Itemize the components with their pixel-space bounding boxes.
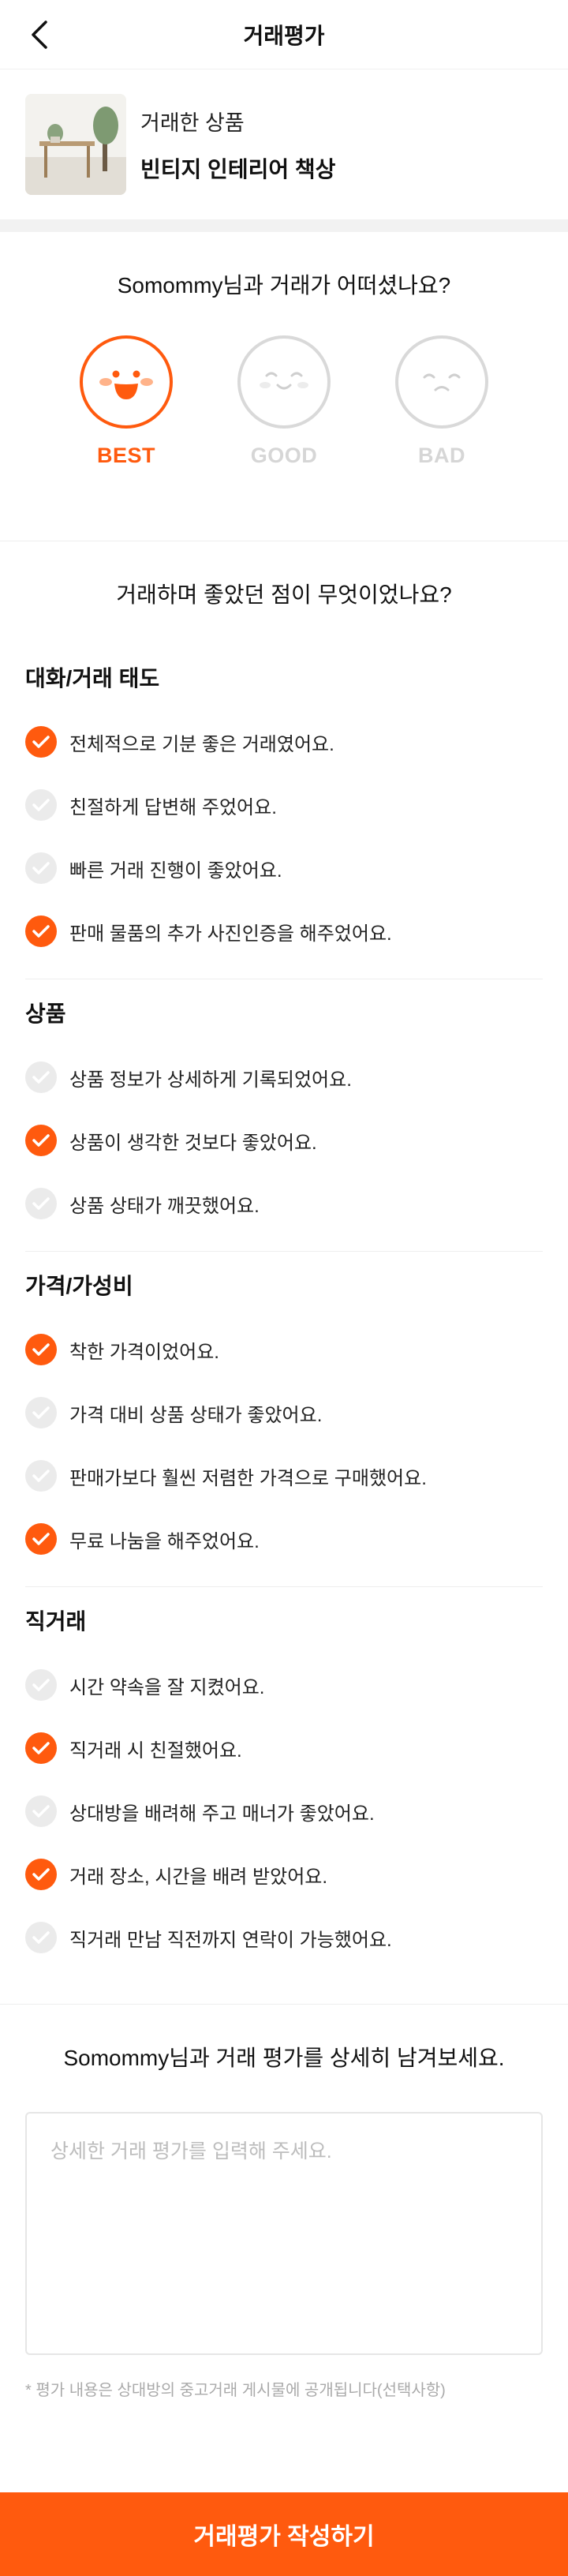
checkbox-label: 친절하게 답변해 주었어요. [69,796,277,818]
check-icon[interactable] [25,726,57,758]
page-title: 거래평가 [243,23,325,48]
rating-label-best: BEST [96,444,155,467]
check-icon[interactable] [25,1922,57,1953]
check-icon[interactable] [25,1334,57,1365]
rating-question: Somommy님과 거래가 어떠셨나요? [117,273,451,298]
check-icon[interactable] [25,1125,57,1156]
rating-option-bad[interactable]: BAD [394,335,489,468]
checkbox-item[interactable]: 상품 상태가 깨끗했어요. [25,1172,543,1235]
privacy-note: * 평가 내용은 상대방의 중고거래 게시물에 공개됩니다(선택사항) [25,2382,446,2399]
detail-review-section: Somommy님과 거래 평가를 상세히 남겨보세요. * 평가 내용은 상대방… [0,2004,568,2400]
checkbox-item[interactable]: 전체적으로 기분 좋은 거래였어요. [25,710,543,773]
check-icon[interactable] [25,1188,57,1219]
sad-face-icon [395,335,488,429]
checkbox-item[interactable]: 직거래 만남 직전까지 연락이 가능했어요. [25,1906,543,1969]
rating-label-good: GOOD [250,444,318,467]
category-title: 대화/거래 태도 [25,666,160,691]
checkbox-item[interactable]: 상대방을 배려해 주고 매너가 좋았어요. [25,1780,543,1843]
checkbox-item[interactable]: 가격 대비 상품 상태가 좋았어요. [25,1381,543,1444]
checkbox-label: 직거래 시 친절했어요. [69,1739,242,1762]
check-icon[interactable] [25,1732,57,1764]
checkbox-item[interactable]: 판매가보다 훨씬 저렴한 가격으로 구매했어요. [25,1444,543,1507]
check-icon[interactable] [25,852,57,884]
category-title: 직거래 [25,1609,87,1634]
check-icon[interactable] [25,1669,57,1701]
check-icon[interactable] [25,1460,57,1492]
product-thumbnail [25,94,126,195]
product-name: 빈티지 인테리어 책상 [140,156,336,182]
category-product: 상품 상품 정보가 상세하게 기록되었어요. 상품이 생각한 것보다 좋았어요.… [0,979,568,1252]
checkbox-label: 시간 약속을 잘 지켰어요. [69,1676,265,1698]
checkbox-label: 판매가보다 훨씬 저렴한 가격으로 구매했어요. [69,1467,427,1489]
category-title: 가격/가성비 [25,1274,133,1298]
checkbox-label: 착한 가격이었어요. [69,1341,219,1363]
checkbox-item[interactable]: 친절하게 답변해 주었어요. [25,773,543,837]
checkbox-label: 전체적으로 기분 좋은 거래였어요. [69,733,334,755]
checkbox-label: 거래 장소, 시간을 배려 받았어요. [69,1866,328,1888]
checkbox-label: 판매 물품의 추가 사진인증을 해주었어요. [69,923,392,945]
check-icon[interactable] [25,1795,57,1827]
checkbox-item[interactable]: 무료 나눔을 해주었어요. [25,1507,543,1571]
checkbox-label: 가격 대비 상품 상태가 좋았어요. [69,1404,323,1426]
checkbox-item[interactable]: 빠른 거래 진행이 좋았어요. [25,837,543,900]
submit-review-button[interactable]: 거래평가 작성하기 [0,2492,568,2576]
checkbox-label: 무료 나눔을 해주었어요. [69,1530,260,1552]
check-icon[interactable] [25,1859,57,1890]
category-attitude: 대화/거래 태도 전체적으로 기분 좋은 거래였어요. 친절하게 답변해 주었어… [0,644,568,979]
checkbox-label: 빠른 거래 진행이 좋았어요. [69,859,282,882]
rating-option-best[interactable]: BEST [79,335,174,468]
review-textarea-container [25,2112,543,2355]
happy-face-icon [80,335,173,429]
product-label: 거래한 상품 [140,110,245,135]
check-icon[interactable] [25,789,57,821]
category-direct-trade: 직거래 시간 약속을 잘 지켰어요. 직거래 시 친절했어요. 상대방을 배려해… [0,1587,568,1985]
section-divider [0,219,568,232]
product-summary: 거래한 상품 빈티지 인테리어 책상 [0,69,568,219]
checkbox-item[interactable]: 착한 가격이었어요. [25,1318,543,1381]
detail-question: Somommy님과 거래 평가를 상세히 남겨보세요. [63,2046,505,2070]
checkbox-item[interactable]: 시간 약속을 잘 지켰어요. [25,1653,543,1717]
rating-label-bad: BAD [418,444,465,467]
check-icon[interactable] [25,915,57,947]
chevron-left-icon [32,21,47,49]
smile-face-icon [237,335,331,429]
rating-section: Somommy님과 거래가 어떠셨나요? BEST GOOD BAD [0,232,568,541]
checkbox-label: 상대방을 배려해 주고 매너가 좋았어요. [69,1803,375,1825]
checkbox-label: 상품 정보가 상세하게 기록되었어요. [69,1069,352,1091]
rating-option-good[interactable]: GOOD [237,335,331,468]
checkbox-label: 직거래 만남 직전까지 연락이 가능했어요. [69,1929,392,1951]
back-button[interactable] [22,17,57,52]
check-icon[interactable] [25,1397,57,1428]
checkbox-item[interactable]: 거래 장소, 시간을 배려 받았어요. [25,1843,543,1906]
check-icon[interactable] [25,1061,57,1093]
category-price: 가격/가성비 착한 가격이었어요. 가격 대비 상품 상태가 좋았어요. 판매가… [0,1252,568,1587]
checkbox-item[interactable]: 상품 정보가 상세하게 기록되었어요. [25,1046,543,1109]
checkbox-item[interactable]: 상품이 생각한 것보다 좋았어요. [25,1109,543,1172]
good-points-question: 거래하며 좋았던 점이 무엇이었나요? [116,582,452,607]
review-textarea[interactable] [50,2136,518,2331]
checkbox-label: 상품 상태가 깨끗했어요. [69,1195,260,1217]
app-header: 거래평가 [0,0,568,69]
checkbox-item[interactable]: 판매 물품의 추가 사진인증을 해주었어요. [25,900,543,963]
checkbox-item[interactable]: 직거래 시 친절했어요. [25,1717,543,1780]
checkbox-label: 상품이 생각한 것보다 좋았어요. [69,1132,317,1154]
category-title: 상품 [25,1002,66,1026]
check-icon[interactable] [25,1523,57,1555]
